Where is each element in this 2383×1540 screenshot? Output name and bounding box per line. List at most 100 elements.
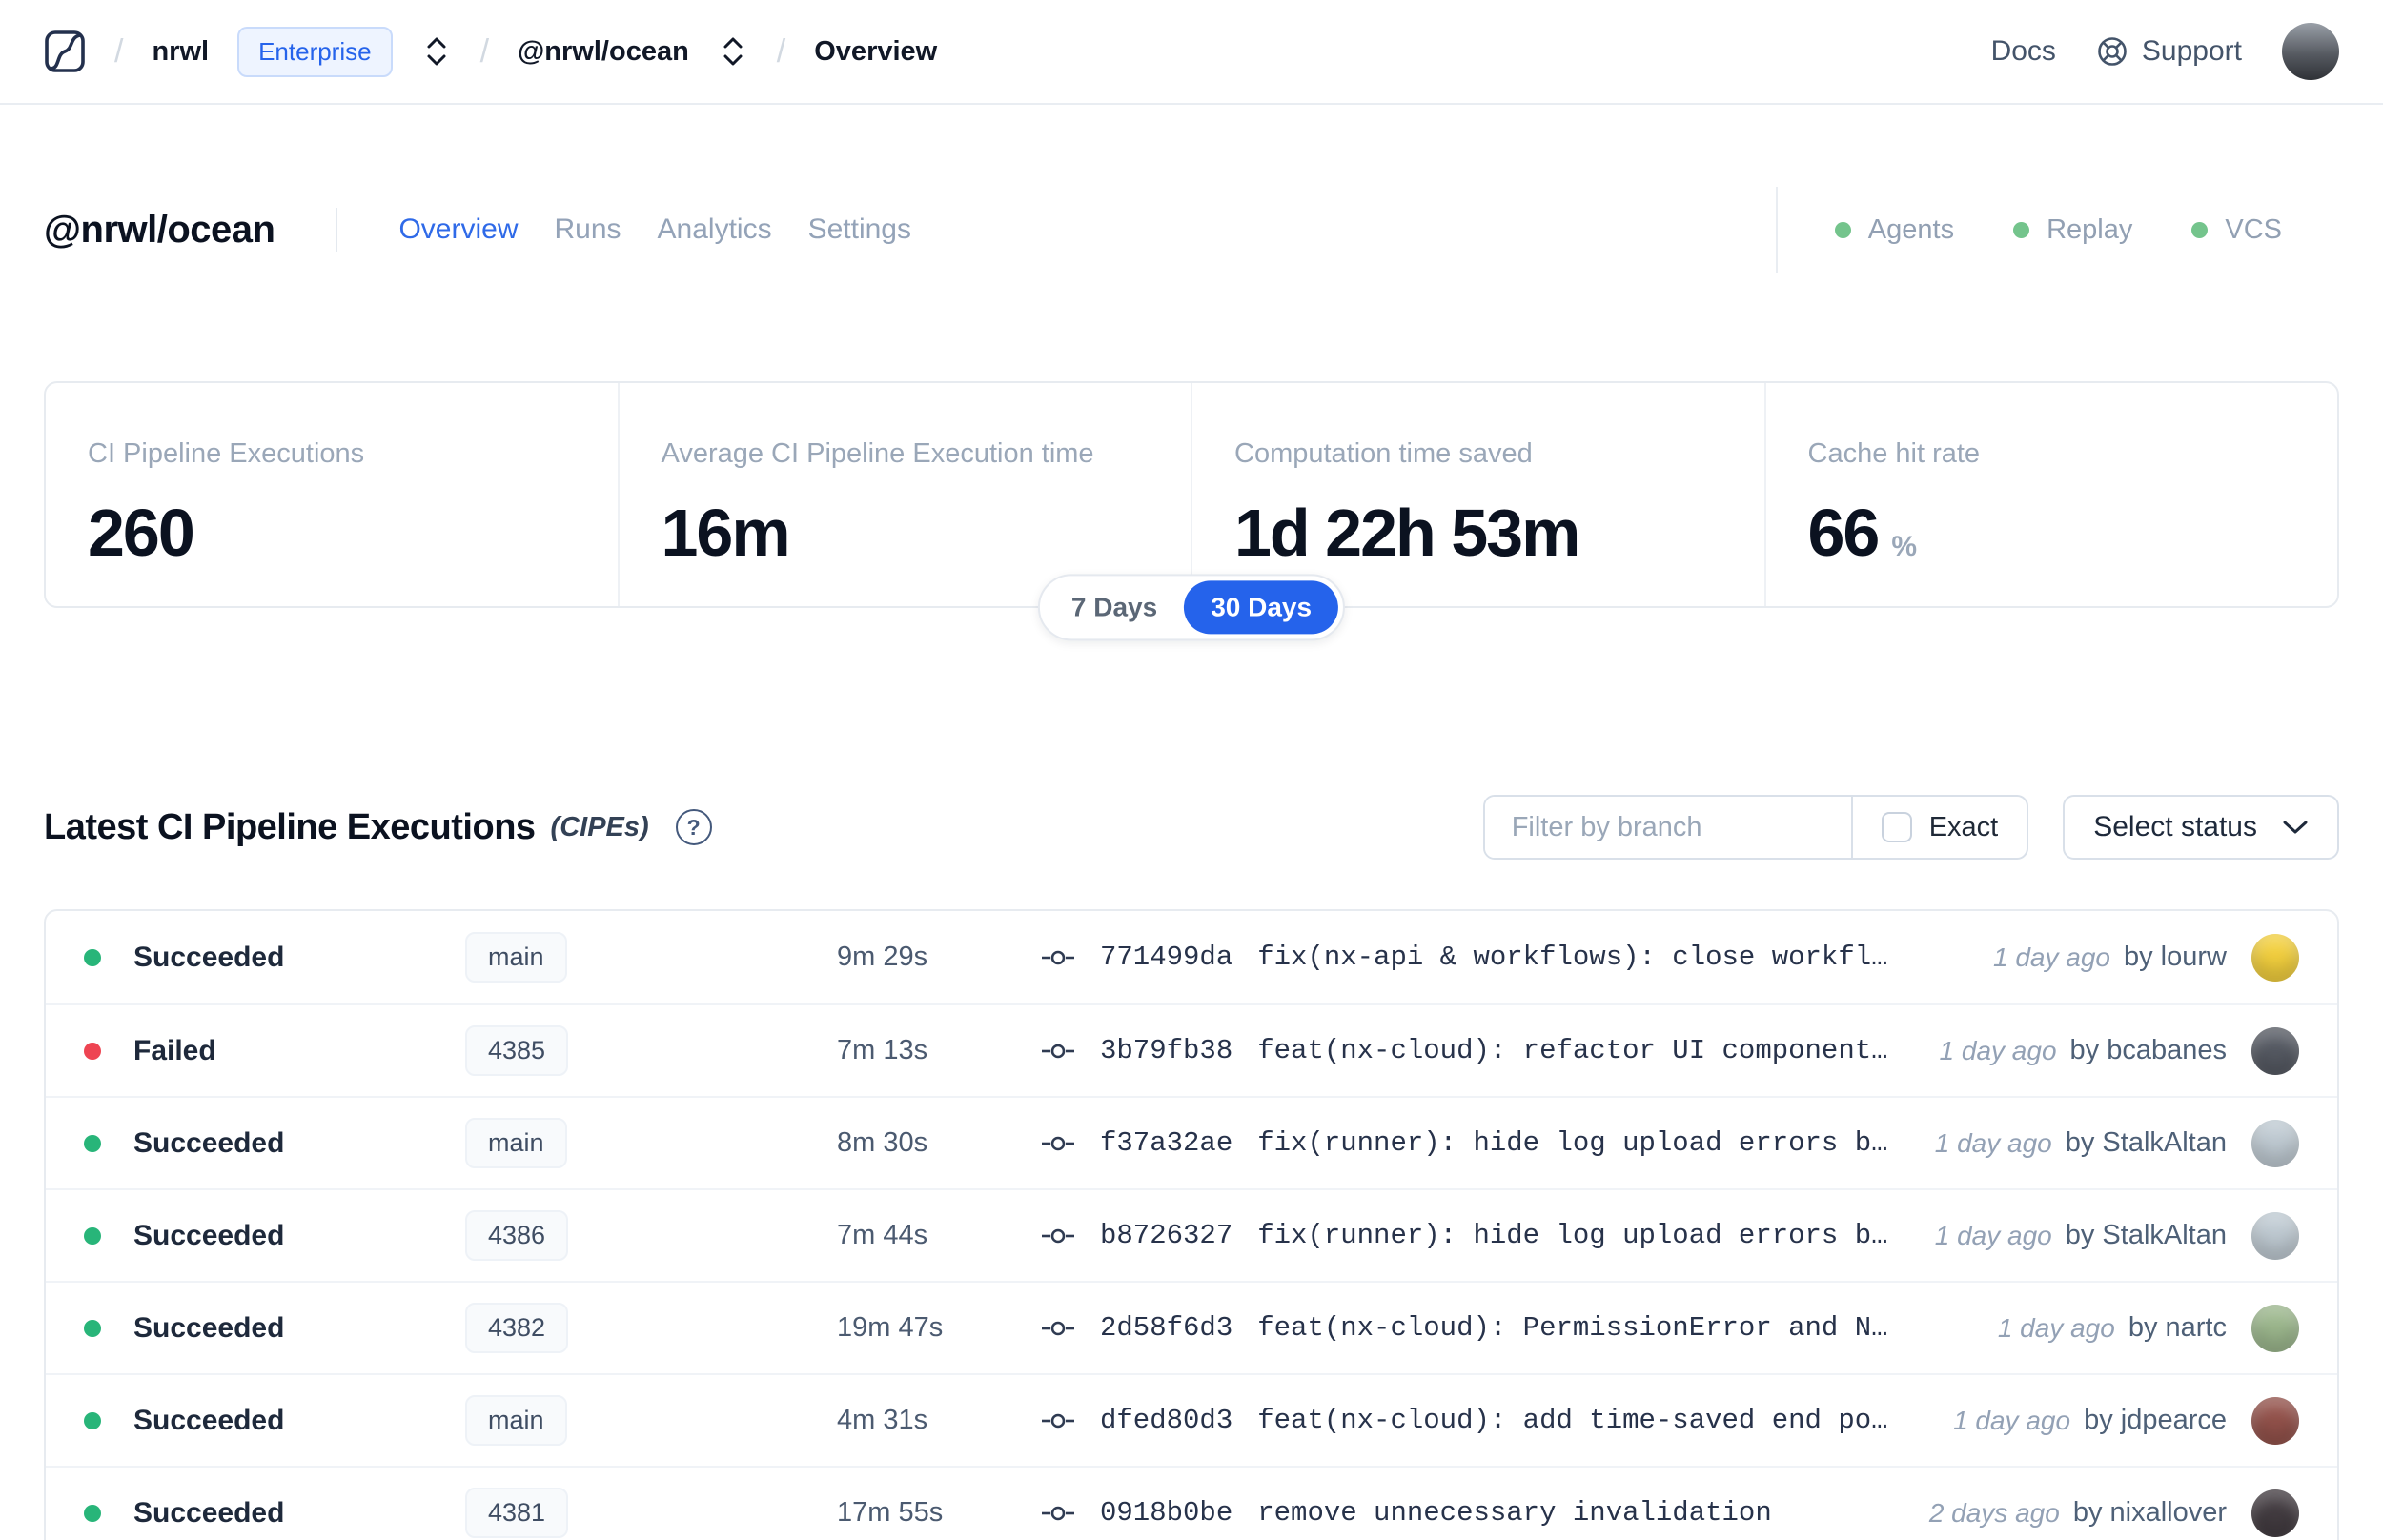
commit-sha: 2d58f6d3	[1100, 1312, 1233, 1344]
branch-badge: main	[465, 1395, 567, 1446]
indicator-replay[interactable]: Replay	[2013, 214, 2132, 246]
author-avatar	[2251, 1026, 2299, 1075]
date-range-toggle: 7 Days 30 Days	[1037, 574, 1346, 641]
branch-badge: 4386	[465, 1210, 569, 1261]
author-avatar	[2251, 1304, 2299, 1352]
row-time: 1 day ago	[1993, 942, 2110, 972]
row-author: by bcabanes	[2069, 1035, 2227, 1065]
row-author: by nixallover	[2072, 1497, 2227, 1528]
git-commit-icon	[1041, 1131, 1075, 1156]
help-icon[interactable]: ?	[675, 809, 712, 845]
table-row[interactable]: Succeeded 4382 19m 47s 2d58f6d3 feat(nx-…	[46, 1281, 2337, 1373]
commit-sha: 3b79fb38	[1100, 1035, 1233, 1066]
cipe-table: Succeeded main 9m 29s 771499da fix(nx-ap…	[44, 909, 2339, 1540]
row-author: by nartc	[2128, 1312, 2227, 1343]
table-row[interactable]: Succeeded 4386 7m 44s b8726327 fix(runne…	[46, 1188, 2337, 1281]
org-switcher-chevrons-icon[interactable]	[421, 35, 452, 68]
stat-value: 16m	[661, 496, 791, 570]
author-avatar	[2251, 1489, 2299, 1537]
cipes-section-title: Latest CI Pipeline Executions	[44, 806, 536, 847]
stat-value: 66	[1807, 496, 1881, 570]
author-avatar	[2251, 1119, 2299, 1167]
git-commit-icon	[1041, 945, 1075, 970]
git-commit-icon	[1041, 1501, 1075, 1526]
range-option-30-days[interactable]: 30 Days	[1184, 580, 1339, 635]
stat-value: 260	[88, 496, 195, 570]
row-time: 1 day ago	[1939, 1035, 2057, 1065]
duration: 4m 31s	[837, 1405, 928, 1435]
table-row[interactable]: Succeeded main 8m 30s f37a32ae fix(runne…	[46, 1096, 2337, 1188]
cipes-section-note: (CIPEs)	[550, 811, 649, 842]
exact-label: Exact	[1928, 811, 1999, 842]
workspace-switcher-chevrons-icon[interactable]	[718, 35, 748, 68]
commit-message: fix(runner): hide log upload errors b…	[1257, 1220, 1888, 1251]
git-commit-icon	[1041, 1408, 1075, 1433]
workspace-tabs: Overview Runs Analytics Settings	[398, 213, 911, 246]
commit-message: feat(nx-cloud): add time-saved end po…	[1257, 1405, 1888, 1436]
select-status-button[interactable]: Select status	[2063, 795, 2339, 860]
duration: 17m 55s	[837, 1497, 944, 1528]
org-name[interactable]: nrwl	[152, 36, 209, 68]
row-time: 1 day ago	[1953, 1405, 2071, 1435]
commit-sha: 771499da	[1100, 942, 1233, 973]
stat-label: Cache hit rate	[1807, 438, 1981, 469]
duration: 7m 13s	[837, 1035, 928, 1065]
tab-analytics[interactable]: Analytics	[658, 213, 772, 246]
row-author: by jdpearce	[2084, 1405, 2227, 1435]
author-avatar	[2251, 1211, 2299, 1260]
stat-label: Computation time saved	[1234, 438, 1533, 469]
nx-cloud-logo-icon[interactable]	[44, 30, 86, 73]
page-title: @nrwl/ocean	[44, 208, 275, 251]
row-time: 1 day ago	[1934, 1127, 2052, 1158]
tab-settings[interactable]: Settings	[808, 213, 911, 246]
branch-filter-group: Exact	[1482, 795, 2029, 860]
commit-message: feat(nx-cloud): PermissionError and N…	[1257, 1312, 1888, 1344]
commit-message: feat(nx-cloud): refactor UI component…	[1257, 1035, 1888, 1066]
branch-filter-input[interactable]	[1484, 797, 1851, 858]
support-link[interactable]: Support	[2096, 35, 2242, 68]
breadcrumb-separator: /	[776, 32, 786, 70]
row-author: by StalkAltan	[2065, 1127, 2227, 1158]
stat-value: 1d 22h 53m	[1234, 496, 1580, 570]
status-dot-icon	[84, 1042, 101, 1060]
table-row[interactable]: Succeeded main 9m 29s 771499da fix(nx-ap…	[46, 911, 2337, 1003]
commit-sha: dfed80d3	[1100, 1405, 1233, 1436]
workspace-name[interactable]: @nrwl/ocean	[518, 36, 689, 68]
enterprise-badge[interactable]: Enterprise	[237, 26, 393, 77]
user-avatar[interactable]	[2282, 23, 2339, 80]
status-dot-icon	[84, 948, 101, 966]
range-option-7-days[interactable]: 7 Days	[1045, 580, 1184, 634]
row-time: 1 day ago	[1934, 1220, 2052, 1250]
exact-checkbox[interactable]	[1881, 812, 1912, 842]
commit-sha: f37a32ae	[1100, 1127, 1233, 1159]
table-row[interactable]: Failed 4385 7m 13s 3b79fb38 feat(nx-clou…	[46, 1003, 2337, 1096]
green-status-dot-icon	[2013, 221, 2030, 238]
status-dot-icon	[84, 1319, 101, 1337]
git-commit-icon	[1041, 1224, 1075, 1248]
breadcrumb-separator: /	[114, 32, 124, 70]
status-indicators: Agents Replay VCS	[1834, 214, 2339, 246]
tab-runs[interactable]: Runs	[554, 213, 621, 246]
tab-overview[interactable]: Overview	[398, 213, 518, 246]
support-label: Support	[2141, 35, 2242, 67]
breadcrumb-separator: /	[479, 32, 490, 70]
table-row[interactable]: Succeeded 4381 17m 55s 0918b0be remove u…	[46, 1466, 2337, 1540]
breadcrumb: / nrwl Enterprise / @nrwl/ocean / Overvi…	[44, 26, 937, 77]
row-author: by StalkAltan	[2065, 1220, 2227, 1250]
docs-link[interactable]: Docs	[1991, 35, 2056, 68]
row-time: 1 day ago	[1997, 1312, 2115, 1343]
author-avatar	[2251, 1396, 2299, 1445]
indicator-agents[interactable]: Agents	[1834, 214, 1954, 246]
git-commit-icon	[1041, 1316, 1075, 1341]
stat-card-computation-time-saved: Computation time saved 1d 22h 53m	[1191, 383, 1764, 606]
commit-sha: b8726327	[1100, 1220, 1233, 1251]
branch-badge: 4385	[465, 1025, 569, 1076]
branch-badge: 4381	[465, 1488, 569, 1538]
stat-label: Average CI Pipeline Execution time	[661, 438, 1094, 469]
green-status-dot-icon	[2191, 221, 2209, 238]
indicator-vcs[interactable]: VCS	[2191, 214, 2282, 246]
duration: 19m 47s	[837, 1312, 944, 1343]
table-row[interactable]: Succeeded main 4m 31s dfed80d3 feat(nx-c…	[46, 1373, 2337, 1466]
top-nav: / nrwl Enterprise / @nrwl/ocean / Overvi…	[0, 0, 2383, 105]
status-dot-icon	[84, 1134, 101, 1152]
